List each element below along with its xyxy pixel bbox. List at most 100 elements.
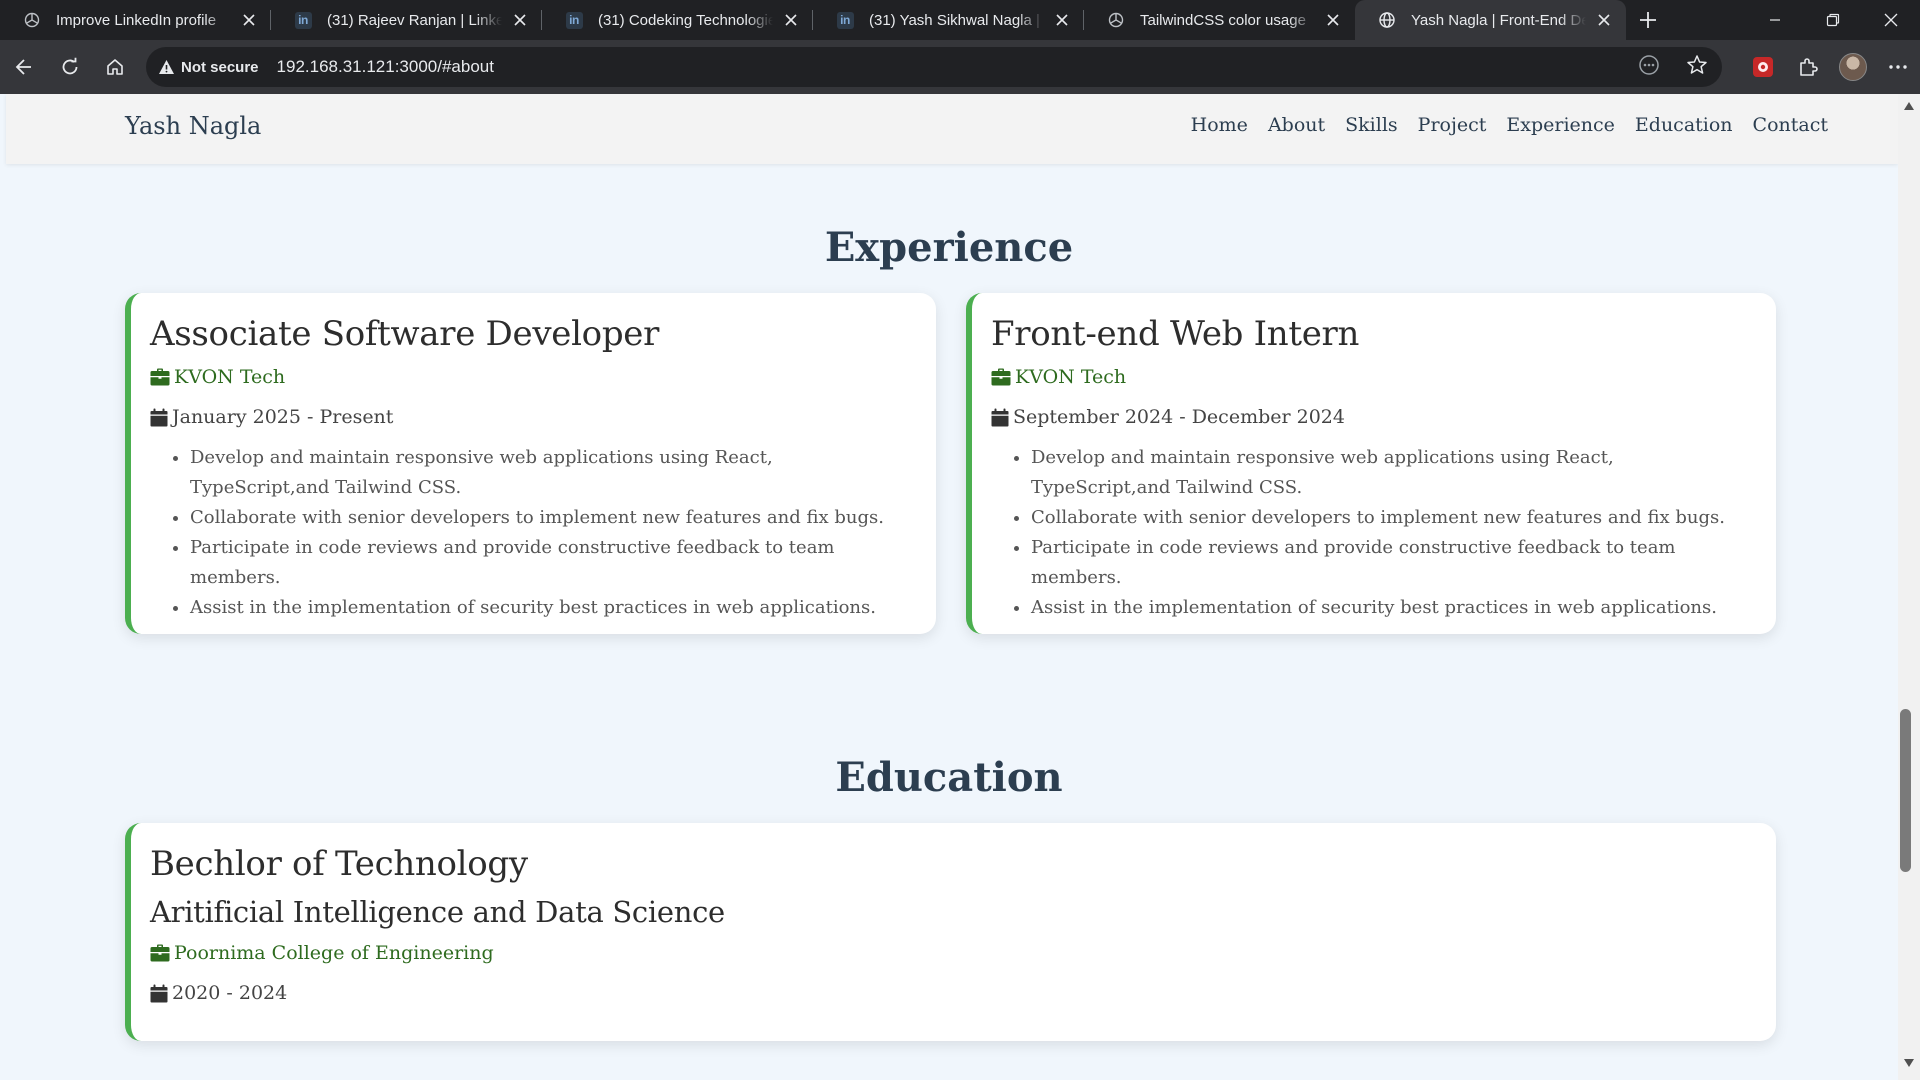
back-button[interactable]: [2, 47, 46, 87]
more-horizontal-icon: [1888, 65, 1907, 69]
close-icon: [1884, 13, 1898, 27]
page-scrollbar[interactable]: [1898, 94, 1920, 1080]
nav-link-experience[interactable]: Experience: [1506, 114, 1615, 136]
openai-icon: [1106, 10, 1126, 30]
tab-tailwind-color[interactable]: TailwindCSS color usage: [1084, 0, 1355, 40]
institution-name: Poornima College of Engineering: [174, 942, 494, 964]
list-item: Collaborate with senior developers to im…: [1031, 503, 1756, 533]
tab-strip: Improve LinkedIn profile in (31) Rajeev …: [0, 0, 1920, 40]
tab-title: Yash Nagla | Front-End Developer: [1411, 11, 1586, 29]
company-line: KVON Tech: [991, 363, 1756, 391]
scroll-down-arrow[interactable]: [1899, 1054, 1919, 1072]
triangle-down-icon: [1904, 1059, 1914, 1067]
company-name: KVON Tech: [174, 366, 286, 388]
nav-link-education[interactable]: Education: [1635, 114, 1733, 136]
browser-menu-button[interactable]: [1875, 47, 1920, 87]
list-item: Assist in the implementation of security…: [1031, 593, 1756, 623]
nav-link-about[interactable]: About: [1268, 114, 1325, 136]
nav-link-contact[interactable]: Contact: [1753, 114, 1828, 136]
list-item: Participate in code reviews and provide …: [190, 533, 916, 593]
close-icon[interactable]: [1323, 10, 1343, 30]
company-line: KVON Tech: [150, 363, 916, 391]
calendar-icon: [150, 408, 168, 426]
job-title: Associate Software Developer: [150, 314, 660, 354]
minimize-button[interactable]: [1746, 0, 1804, 40]
linkedin-icon: in: [564, 10, 584, 30]
reload-icon: [62, 57, 78, 75]
list-item: Collaborate with senior developers to im…: [190, 503, 916, 533]
extensions-menu-button[interactable]: [1785, 47, 1830, 87]
list-item: Develop and maintain responsive web appl…: [190, 443, 916, 503]
responsibility-list: Develop and maintain responsive web appl…: [150, 443, 916, 623]
restore-icon: [1826, 13, 1840, 27]
nav-link-project[interactable]: Project: [1418, 114, 1487, 136]
date-line: January 2025 - Present: [150, 403, 916, 431]
reload-button[interactable]: [48, 47, 92, 87]
site-nav: Home About Skills Project Experience Edu…: [1191, 114, 1828, 136]
company-name: KVON Tech: [1015, 366, 1127, 388]
new-tab-button[interactable]: [1626, 0, 1670, 40]
list-item: Assist in the implementation of security…: [190, 593, 916, 623]
date-range: January 2025 - Present: [172, 406, 394, 428]
page-viewport: Yash Nagla Home About Skills Project Exp…: [0, 94, 1898, 1080]
tab-rajeev-ranjan[interactable]: in (31) Rajeev Ranjan | LinkedIn: [271, 0, 542, 40]
linkedin-icon: in: [835, 10, 855, 30]
date-line: 2020 - 2024: [150, 979, 1756, 1007]
site-brand[interactable]: Yash Nagla: [125, 112, 261, 140]
scrollbar-thumb[interactable]: [1900, 709, 1911, 872]
extension-red-icon: [1752, 57, 1773, 77]
extension-button[interactable]: [1740, 47, 1785, 87]
tab-title: (31) Codeking Technologies Pvt Ltd | Lin…: [598, 11, 773, 29]
avatar: [1838, 53, 1867, 81]
address-bar[interactable]: Not secure 192.168.31.121:3000/#about: [146, 47, 1722, 87]
puzzle-icon: [1799, 58, 1818, 76]
scroll-up-arrow[interactable]: [1899, 97, 1919, 115]
briefcase-icon: [991, 368, 1011, 386]
home-button[interactable]: [93, 47, 137, 87]
experience-heading: Experience: [824, 224, 1074, 271]
nav-link-skills[interactable]: Skills: [1345, 114, 1398, 136]
tab-improve-linkedin[interactable]: Improve LinkedIn profile: [0, 0, 271, 40]
education-card: Bechlor of Technology Aritificial Intell…: [125, 823, 1776, 1041]
triangle-up-icon: [1904, 102, 1914, 110]
star-icon[interactable]: [1686, 54, 1708, 81]
date-range: September 2024 - December 2024: [1013, 406, 1345, 428]
close-icon[interactable]: [1052, 10, 1072, 30]
tab-codeking[interactable]: in (31) Codeking Technologies Pvt Ltd | …: [542, 0, 813, 40]
list-item: Participate in code reviews and provide …: [1031, 533, 1756, 593]
list-item: Develop and maintain responsive web appl…: [1031, 443, 1756, 503]
calendar-icon: [991, 408, 1009, 426]
calendar-icon: [150, 984, 168, 1002]
responsibility-list: Develop and maintain responsive web appl…: [991, 443, 1756, 623]
briefcase-icon: [150, 368, 170, 386]
profile-button[interactable]: [1830, 47, 1875, 87]
warning-icon: [159, 60, 174, 74]
arrow-left-icon: [15, 59, 31, 75]
field-of-study: Aritificial Intelligence and Data Scienc…: [150, 895, 725, 929]
job-title: Front-end Web Intern: [991, 314, 1360, 354]
degree-title: Bechlor of Technology: [150, 844, 528, 884]
close-icon[interactable]: [510, 10, 530, 30]
restore-button[interactable]: [1804, 0, 1862, 40]
linkedin-icon: in: [293, 10, 313, 30]
tab-yash-linkedin[interactable]: in (31) Yash Sikhwal Nagla | LinkedIn: [813, 0, 1084, 40]
minimize-icon: [1770, 19, 1780, 21]
education-heading: Education: [835, 754, 1063, 801]
url-text[interactable]: 192.168.31.121:3000/#about: [277, 57, 494, 77]
nav-link-home[interactable]: Home: [1191, 114, 1248, 136]
globe-icon: [1377, 10, 1397, 30]
security-indicator[interactable]: Not secure: [158, 59, 259, 76]
close-icon[interactable]: [239, 10, 259, 30]
more-options-icon[interactable]: [1638, 54, 1660, 81]
close-icon[interactable]: [781, 10, 801, 30]
experience-card: Front-end Web Intern KVON Tech September…: [966, 293, 1776, 634]
close-window-button[interactable]: [1862, 0, 1920, 40]
tab-title: (31) Yash Sikhwal Nagla | LinkedIn: [869, 11, 1044, 29]
tab-title: TailwindCSS color usage: [1140, 11, 1306, 29]
tab-yash-portfolio[interactable]: Yash Nagla | Front-End Developer: [1355, 0, 1626, 40]
experience-card: Associate Software Developer KVON Tech J…: [125, 293, 936, 634]
openai-icon: [22, 10, 42, 30]
browser-toolbar: Not secure 192.168.31.121:3000/#about: [0, 40, 1920, 94]
security-label: Not secure: [181, 58, 259, 76]
close-icon[interactable]: [1594, 10, 1614, 30]
